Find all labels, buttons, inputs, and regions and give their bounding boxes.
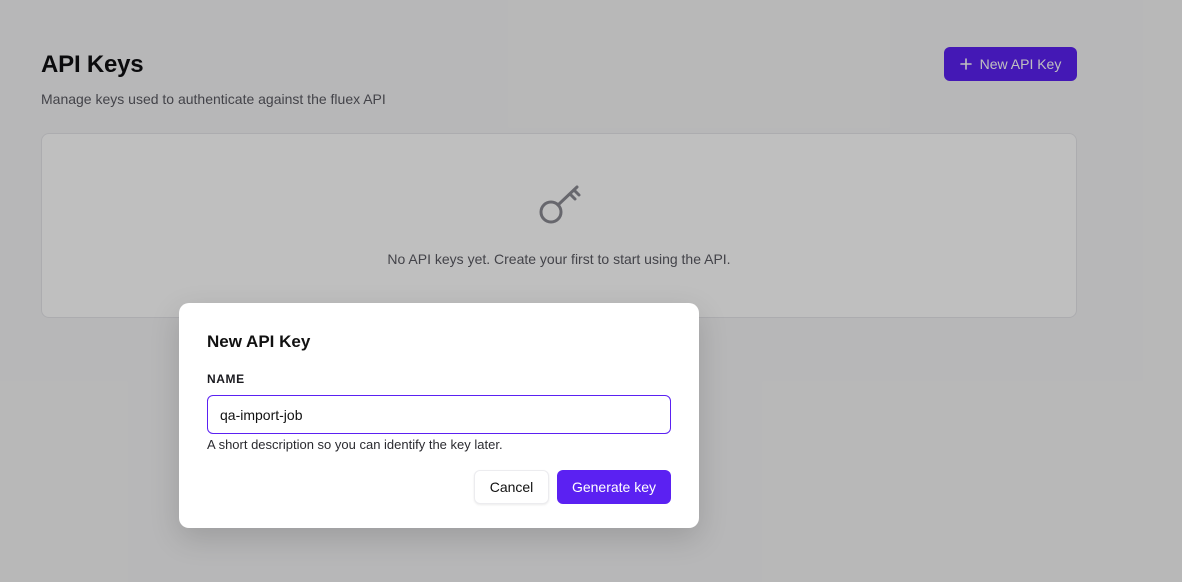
name-field-label: NAME <box>207 372 245 386</box>
generate-key-button[interactable]: Generate key <box>557 470 671 504</box>
new-api-key-dialog: New API Key NAME A short description so … <box>179 303 699 528</box>
dialog-title: New API Key <box>207 332 311 351</box>
cancel-button[interactable]: Cancel <box>474 470 549 504</box>
name-help-text: A short description so you can identify … <box>207 437 503 452</box>
name-input[interactable] <box>207 395 671 434</box>
